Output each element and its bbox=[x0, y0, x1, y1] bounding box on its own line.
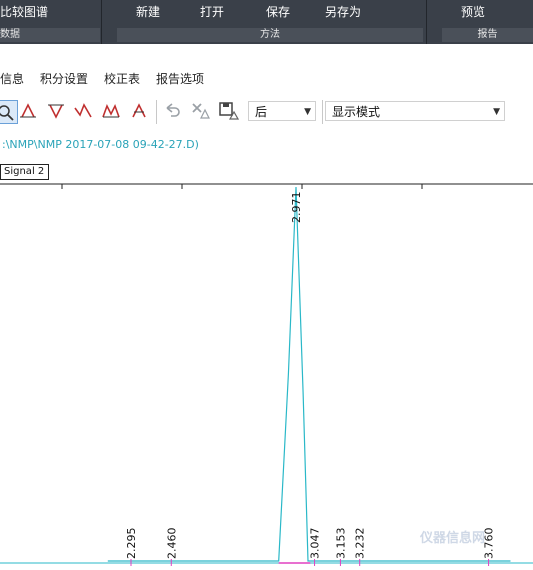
save-as-button[interactable]: 另存为 bbox=[325, 3, 361, 20]
peak-start-icon[interactable] bbox=[17, 100, 39, 122]
position-select[interactable]: 后 ▼ bbox=[248, 101, 316, 121]
save-button[interactable]: 保存 bbox=[266, 3, 290, 20]
zoom-icon[interactable] bbox=[0, 100, 18, 124]
group-data-label: 数据 bbox=[0, 28, 100, 42]
position-select-value: 后 bbox=[255, 105, 268, 119]
peak-label: 3.047 bbox=[309, 528, 322, 560]
preview-button[interactable]: 预览 bbox=[461, 3, 485, 20]
peak-label: 2.971 bbox=[290, 192, 303, 224]
peak-label: 3.232 bbox=[354, 528, 367, 560]
display-mode-select[interactable]: 显示模式 ▼ bbox=[325, 101, 505, 121]
open-button[interactable]: 打开 bbox=[200, 3, 224, 20]
tail-peak-icon[interactable] bbox=[72, 100, 94, 122]
peak-label: 2.295 bbox=[125, 528, 138, 560]
chromatogram-svg: 2.9712.295 2.460 3.047 3.153 3.232 3.760 bbox=[0, 183, 533, 566]
ribbon-separator bbox=[426, 0, 427, 44]
toolbar-separator bbox=[322, 100, 323, 124]
ribbon: 比较图谱 新建 打开 保存 另存为 预览 数据 方法 报告 bbox=[0, 0, 533, 44]
tab-info[interactable]: 信息 bbox=[0, 70, 24, 87]
tab-calibration-table[interactable]: 校正表 bbox=[104, 70, 140, 87]
double-peak-icon[interactable] bbox=[100, 100, 122, 122]
split-peak-icon[interactable] bbox=[128, 100, 150, 122]
tab-integration-settings[interactable]: 积分设置 bbox=[40, 70, 88, 87]
file-path: :\NMP\NMP 2017-07-08 09-42-27.D) bbox=[2, 138, 199, 151]
undo-icon[interactable] bbox=[161, 100, 183, 122]
trace-line bbox=[107, 186, 511, 562]
peak-label: 3.153 bbox=[334, 528, 347, 560]
ribbon-separator bbox=[101, 0, 102, 44]
display-mode-select-value: 显示模式 bbox=[332, 105, 381, 119]
chromatogram-plot[interactable]: 2.971 2.295 2.460 3.047 3.153 3.232 3.760 bbox=[0, 183, 533, 566]
peak-label: 2.460 bbox=[165, 528, 178, 560]
compare-chromatogram-button[interactable]: 比较图谱 bbox=[0, 3, 48, 20]
tab-report-options[interactable]: 报告选项 bbox=[156, 70, 204, 87]
group-method-label: 方法 bbox=[117, 28, 423, 42]
signal-tab[interactable]: Signal 2 bbox=[0, 164, 50, 180]
watermark: 仪器信息网 bbox=[420, 531, 486, 546]
new-button[interactable]: 新建 bbox=[136, 3, 160, 20]
chevron-down-icon: ▼ bbox=[493, 107, 500, 117]
delete-icon[interactable] bbox=[189, 100, 211, 122]
valley-icon[interactable] bbox=[45, 100, 67, 122]
group-report-label: 报告 bbox=[442, 28, 533, 42]
chevron-down-icon: ▼ bbox=[304, 107, 311, 117]
save-peaks-icon[interactable] bbox=[217, 100, 240, 122]
toolbar-separator bbox=[156, 100, 157, 124]
